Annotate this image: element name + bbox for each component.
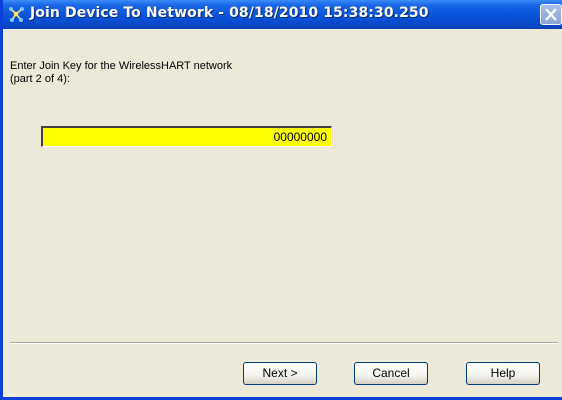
next-button[interactable]: Next > <box>243 362 317 385</box>
separator <box>10 342 558 344</box>
prompt-line-2: (part 2 of 4): <box>10 73 70 85</box>
close-button[interactable] <box>540 4 562 25</box>
title-bar[interactable]: Join Device To Network - 08/18/2010 15:3… <box>3 0 562 29</box>
prompt-line-1: Enter Join Key for the WirelessHART netw… <box>10 60 233 72</box>
join-key-prompt: Enter Join Key for the WirelessHART netw… <box>10 60 340 86</box>
help-button[interactable]: Help <box>466 362 540 385</box>
dialog-window: Join Device To Network - 08/18/2010 15:3… <box>0 0 562 400</box>
window-title: Join Device To Network - 08/18/2010 15:3… <box>30 5 429 21</box>
cancel-button[interactable]: Cancel <box>354 362 428 385</box>
join-key-input[interactable] <box>41 126 332 147</box>
network-app-icon <box>8 6 25 23</box>
